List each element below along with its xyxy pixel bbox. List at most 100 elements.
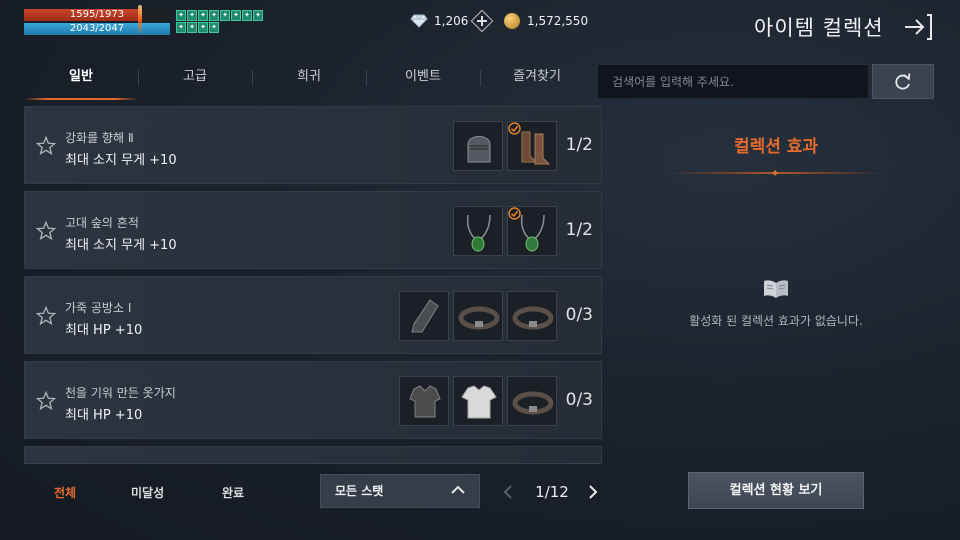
gauntlet-icon [411, 299, 439, 333]
collection-name: 강화를 향해 Ⅱ [65, 131, 134, 145]
collection-progress: 1/2 [565, 135, 593, 155]
armor-icon [409, 385, 441, 418]
no-effects-message: 활성화 된 컬렉션 효과가 없습니다. [689, 314, 863, 328]
tab-divider [480, 70, 481, 86]
item-slot[interactable] [507, 206, 557, 256]
hp-bar: 1595/1973 [24, 9, 170, 21]
tab-divider [366, 70, 367, 86]
stat-select-dropdown[interactable]: 모든 스탯 [320, 474, 480, 508]
buff-1-icon: ✦ [176, 10, 186, 21]
footer-divider [24, 463, 602, 464]
diamond-icon [410, 14, 428, 28]
collection-name: 가죽 공방소 Ⅰ [65, 301, 132, 315]
collection-name: 고대 숲의 흔적 [65, 216, 139, 230]
item-slots [453, 206, 557, 256]
collection-effect: 최대 소지 무게 +10 [65, 238, 177, 253]
tab-divider [252, 70, 253, 86]
buff-5-icon: ✦ [220, 10, 230, 21]
filter-incomplete[interactable]: 미달성 [131, 484, 164, 501]
buff-12-icon: ✦ [209, 22, 219, 33]
refresh-button[interactable] [872, 64, 934, 99]
buff-7-icon: ✦ [242, 10, 252, 21]
favorite-star-icon[interactable] [36, 221, 56, 241]
page-indicator: 1/12 [535, 483, 569, 501]
add-diamond-button[interactable] [471, 9, 494, 33]
buff-3-icon: ✦ [198, 10, 208, 21]
item-slot[interactable] [399, 291, 449, 341]
buff-icons: ✦ ✦ ✦ ✦ ✦ ✦ ✦ ✦ ✦ ✦ ✦ ✦ [176, 10, 268, 33]
item-slot[interactable] [507, 121, 557, 171]
collection-list[interactable]: 강화를 향해 Ⅱ 최대 소지 무게 +10 1/2 고대 숲의 흔적 최대 소지 무게 … [24, 106, 602, 464]
belt-icon [458, 306, 500, 330]
search-input[interactable] [597, 64, 869, 99]
collection-row[interactable] [24, 446, 602, 464]
exit-arrow-icon[interactable] [903, 13, 935, 41]
book-icon [764, 280, 788, 298]
filter-all[interactable]: 전체 [54, 484, 76, 501]
necklace-icon [466, 214, 491, 252]
item-slot[interactable] [399, 376, 449, 426]
gold-coin-icon [504, 13, 520, 29]
mp-bar: 2043/2047 [24, 23, 170, 35]
shirt-icon [461, 385, 497, 419]
collection-row[interactable]: 강화를 향해 Ⅱ 최대 소지 무게 +10 1/2 [24, 106, 602, 184]
favorite-star-icon[interactable] [36, 306, 56, 326]
item-slot[interactable] [453, 376, 503, 426]
tab-advanced[interactable]: 고급 [138, 62, 252, 100]
tab-rare[interactable]: 희귀 [252, 62, 366, 100]
collection-progress: 0/3 [565, 305, 593, 325]
belt-icon [512, 391, 554, 415]
favorite-star-icon[interactable] [36, 136, 56, 156]
refresh-icon [895, 72, 911, 89]
collection-row[interactable]: 천을 기워 만든 옷가지최대 HP +10 0/3 [24, 361, 602, 439]
chevron-up-icon [451, 485, 465, 494]
buff-9-icon: ✦ [176, 22, 186, 33]
hp-spark-effect [138, 5, 142, 35]
next-page-button[interactable] [587, 485, 599, 499]
collection-progress: 0/3 [565, 390, 593, 410]
item-collection-screen: 1595/1973 2043/2047 ✦ ✦ ✦ ✦ ✦ ✦ ✦ ✦ ✦ ✦ ✦ ✦ 1,206 1… [0, 0, 960, 540]
collection-row[interactable]: 가죽 공방소 Ⅰ 최대 HP +10 0/3 [24, 276, 602, 354]
buff-8-icon: ✦ [253, 10, 263, 21]
hp-text: 1595/1973 [69, 9, 125, 20]
collection-effect: 최대 HP +10 [65, 323, 143, 338]
collection-row[interactable]: 고대 숲의 흔적최대 소지 무게 +10 1/2 [24, 191, 602, 269]
grade-tabs: 일반 고급 희귀 이벤트 즐겨찾기 [24, 62, 594, 100]
tab-favorites[interactable]: 즐겨찾기 [480, 62, 594, 100]
view-collection-status-button[interactable]: 컬렉션 현황 보기 [688, 472, 864, 509]
item-slot[interactable] [507, 376, 557, 426]
item-slot[interactable] [507, 291, 557, 341]
buff-10-icon: ✦ [187, 22, 197, 33]
collection-effects-title: 컬렉션 효과 [733, 137, 819, 157]
buff-2-icon: ✦ [187, 10, 197, 21]
stat-select-value: 모든 스탯 [335, 484, 384, 498]
item-slots [399, 291, 557, 341]
collection-effect: 최대 소지 무게 +10 [65, 153, 177, 168]
buff-6-icon: ✦ [231, 10, 241, 21]
item-slots [453, 121, 557, 171]
collection-name: 천을 기워 만든 옷가지 [65, 386, 176, 400]
diamond-amount: 1,206 [434, 14, 469, 28]
collection-progress: 1/2 [565, 220, 593, 240]
gold-currency: 1,572,550 [504, 13, 588, 29]
previous-page-button[interactable] [502, 485, 514, 499]
item-slot[interactable] [453, 206, 503, 256]
collection-effect: 최대 HP +10 [65, 408, 143, 423]
filter-complete[interactable]: 완료 [222, 484, 244, 501]
diamond-currency: 1,206 [410, 9, 494, 33]
tab-divider [138, 70, 139, 86]
tab-event[interactable]: 이벤트 [366, 62, 480, 100]
player-status-bars: 1595/1973 2043/2047 [24, 9, 170, 37]
buff-4-icon: ✦ [209, 10, 219, 21]
owned-check-icon [508, 207, 521, 220]
item-slots [399, 376, 557, 426]
tab-normal[interactable]: 일반 [24, 62, 138, 100]
item-slot[interactable] [453, 121, 503, 171]
belt-icon [512, 306, 554, 330]
favorite-star-icon[interactable] [36, 391, 56, 411]
mp-text: 2043/2047 [69, 23, 125, 34]
helmet-icon [467, 136, 491, 163]
page-title: 아이템 컬렉션 [754, 16, 884, 40]
item-slot[interactable] [453, 291, 503, 341]
buff-11-icon: ✦ [198, 22, 208, 33]
